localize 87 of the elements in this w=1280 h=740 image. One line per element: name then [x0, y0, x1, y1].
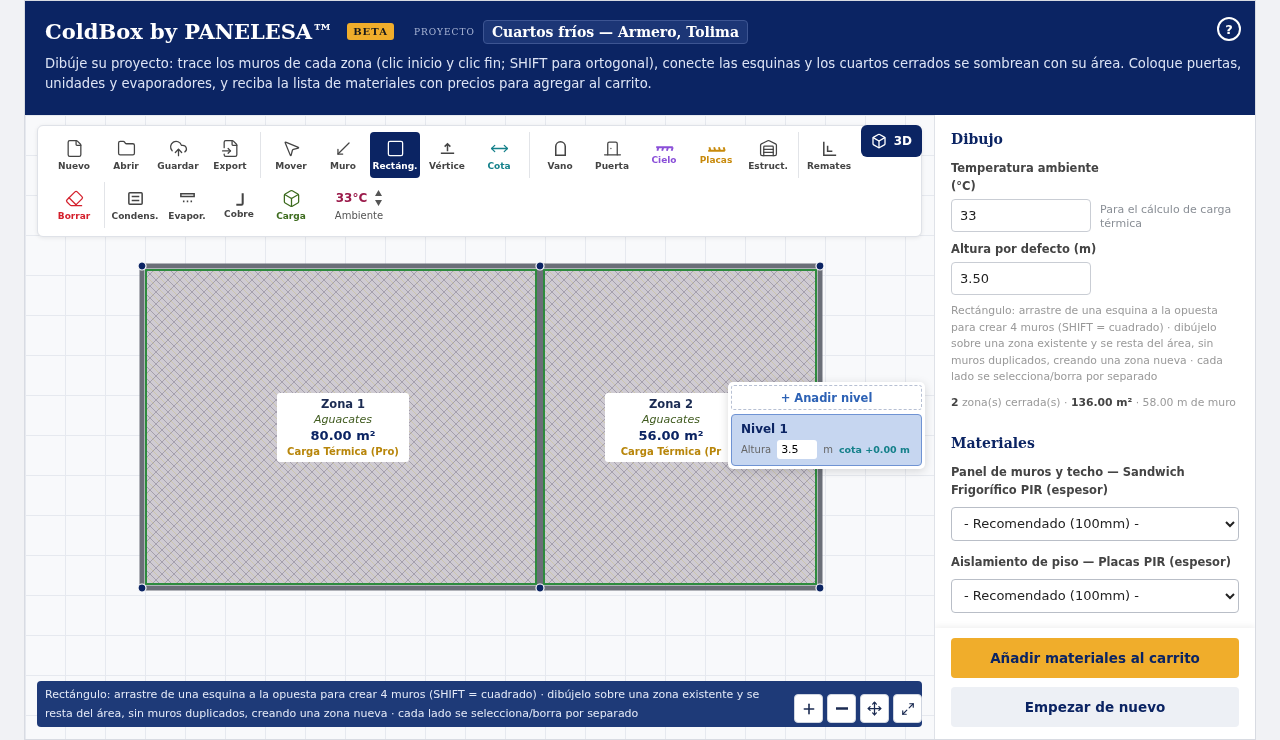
- help-button[interactable]: ?: [1217, 17, 1241, 41]
- start-over-button[interactable]: Empezar de nuevo: [951, 687, 1239, 727]
- tool-button[interactable]: Muro: [318, 132, 368, 178]
- eraser-icon: [64, 189, 84, 208]
- tool-button[interactable]: Mover: [266, 132, 316, 178]
- beta-badge: BETA: [347, 23, 394, 40]
- material-select[interactable]: - Recomendado (100mm) -: [951, 506, 1239, 541]
- level-height-field[interactable]: 3.5: [777, 440, 818, 459]
- tool-button[interactable]: Export: [205, 132, 255, 178]
- tool-button[interactable]: Rectáng.: [370, 132, 420, 178]
- temperature-value: 33°C: [335, 191, 368, 205]
- height-label: Altura: [741, 444, 772, 455]
- add-to-cart-button[interactable]: Añadir materiales al carrito: [951, 638, 1239, 678]
- height-field[interactable]: 3.50: [951, 262, 1091, 295]
- zone-name: Zona 1: [320, 395, 366, 412]
- section-title: Dibujo: [951, 131, 1004, 147]
- corner-handle[interactable]: [815, 583, 824, 592]
- corner-handle[interactable]: [535, 262, 545, 271]
- zone-thermal-load: Carga Térmica (Pro): [287, 444, 399, 459]
- field-label: Altura por defecto (m): [951, 241, 1098, 258]
- corner-handle[interactable]: [138, 583, 147, 592]
- cube-icon: [870, 133, 887, 149]
- tool-button[interactable]: Cota: [474, 132, 524, 178]
- zone-name: Zona 2: [648, 395, 694, 412]
- field-label: Temperatura ambiente (°C): [951, 160, 1100, 195]
- level-card[interactable]: Nivel 1 Altura 3.5 m cota +0.00 m: [731, 414, 922, 466]
- tool-button[interactable]: Vértice: [422, 132, 472, 178]
- pan-button[interactable]: [860, 694, 889, 723]
- cloud-upload-icon: [168, 139, 188, 158]
- status-text: Rectángulo: arrastre de una esquina a la opuesta para crear 4 muros (SHIFT = cuadrado) · dibújelo sobre una zona existente y se resta del área, sin muros duplicados, creando una zona nueva · cada lado se selecciona/borra por separado: [45, 687, 761, 722]
- zoom-out-button[interactable]: [827, 694, 856, 723]
- warehouse-icon: [758, 139, 778, 158]
- tool-button[interactable]: Borrar: [49, 182, 99, 228]
- tool-button[interactable]: Guardar: [153, 132, 203, 178]
- tool-button[interactable]: Carga: [266, 182, 316, 228]
- header-description: Dibúje su proyecto: trace los muros de cada zona (clic inicio y clic fin; SHIFT para ortogonal), conecte las esquinas y los cuartos cerrados se sombrean con su área. Coloque puertas, unidades y evaporadores, y reciba la lista de materiales con precios para agregar al carrito.: [45, 55, 1243, 93]
- zone-area-value: 80.00 m²: [310, 427, 376, 444]
- minus-icon: [835, 707, 848, 710]
- project-label: PROYECTO: [413, 26, 475, 37]
- tool-button[interactable]: Nuevo: [49, 132, 99, 178]
- section-title: Materiales: [951, 434, 1036, 451]
- drawing-canvas[interactable]: [25, 115, 935, 739]
- tool-button[interactable]: Vano: [535, 132, 585, 178]
- tool-button[interactable]: Puerta: [587, 132, 637, 178]
- app-title: ColdBox by PANELESA™: [45, 19, 334, 44]
- stepper-arrows-icon[interactable]: [375, 189, 383, 207]
- zoom-in-button[interactable]: [794, 694, 823, 723]
- level-name: Nivel 1: [741, 422, 789, 436]
- field-label: Aislamiento de piso — Placas PIR (espesor): [951, 553, 1232, 571]
- add-level-button[interactable]: + Anadir nivel: [731, 385, 922, 410]
- stepper-label: Ambiente: [334, 210, 384, 221]
- unit-label: m: [823, 444, 833, 455]
- folder-icon: [116, 139, 136, 158]
- zone-thermal-load: Carga Térmica (Pr: [620, 444, 722, 459]
- corner-handle[interactable]: [138, 262, 147, 271]
- tool-button[interactable]: Condens.: [110, 182, 160, 228]
- ceiling-icon: [654, 145, 674, 152]
- field-hint: Para el cálculo de carga térmica: [1100, 203, 1233, 231]
- temperature-field[interactable]: 33: [951, 199, 1091, 232]
- corner-handle[interactable]: [535, 583, 545, 592]
- condenser-icon: [125, 189, 145, 208]
- door-icon: [602, 139, 622, 158]
- zone-area-value: 56.00 m²: [638, 427, 704, 444]
- zone-product: Aguacates: [642, 411, 700, 428]
- tool-help-text: Rectángulo: arrastre de una esquina a la opuesta para crear 4 muros (SHIFT = cuadrado) · dibújelo sobre una zona existente y se resta del área, sin muros duplicados, creando una zona nueva · cada lado se selecciona/borra por separado: [951, 303, 1224, 386]
- pipe-icon: [234, 191, 244, 206]
- plates-icon: [706, 145, 726, 152]
- tool-button[interactable]: Estruct.: [743, 132, 793, 178]
- expand-icon: [900, 701, 915, 716]
- fit-view-button[interactable]: [893, 694, 922, 723]
- square-icon: [385, 139, 405, 158]
- corner-handle[interactable]: [815, 262, 824, 271]
- level-elevation: cota +0.00 m: [838, 444, 910, 455]
- tool-button[interactable]: Cobre: [214, 182, 264, 228]
- drawing-summary: 2 zona(s) cerrada(s) · 136.00 m² · 58.00 m de muro: [951, 395, 1237, 409]
- tool-button[interactable]: Abrir: [101, 132, 151, 178]
- project-name: Cuartos fríos — Armero, Tolima: [482, 19, 748, 44]
- move-arrows-icon: [867, 701, 882, 716]
- zone-product: Aguacates: [314, 411, 372, 428]
- file-export-icon: [220, 139, 240, 158]
- tool-button[interactable]: Remates: [804, 132, 854, 178]
- field-label: Panel de muros y techo — Sandwich Frigorífico PIR (espesor): [951, 463, 1186, 499]
- tool-button[interactable]: Evapor.: [162, 182, 212, 228]
- box-icon: [281, 189, 301, 208]
- tool-button[interactable]: Cielo: [639, 132, 689, 178]
- 3d-view-button[interactable]: 3D: [860, 125, 922, 157]
- material-select[interactable]: - Recomendado (100mm) -: [951, 578, 1239, 613]
